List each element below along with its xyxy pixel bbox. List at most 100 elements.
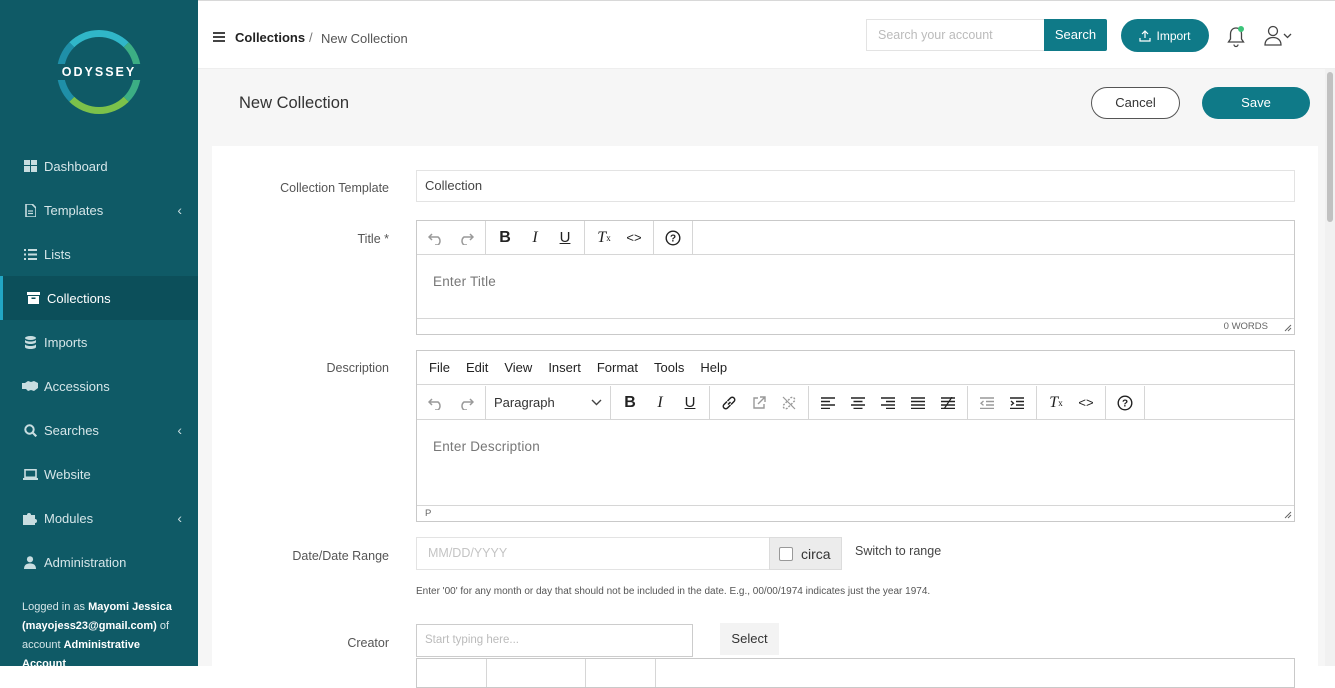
- undo-icon[interactable]: [421, 389, 451, 417]
- sidebar-item-imports[interactable]: Imports: [0, 320, 198, 364]
- undo-icon[interactable]: [421, 224, 451, 252]
- user-name: Mayomi Jessica: [88, 601, 172, 613]
- italic-icon[interactable]: I: [645, 389, 675, 417]
- align-justify-icon[interactable]: [903, 389, 933, 417]
- sidebar-item-label: Lists: [44, 246, 71, 262]
- circa-checkbox[interactable]: [779, 546, 793, 561]
- align-left-icon[interactable]: [813, 389, 843, 417]
- handshake-icon: [22, 380, 38, 392]
- editor-menubar: File Edit View Insert Format Tools Help: [417, 351, 1294, 385]
- description-editor[interactable]: File Edit View Insert Format Tools Help …: [416, 350, 1295, 522]
- description-statusbar: P: [417, 505, 1294, 521]
- redo-icon[interactable]: [451, 389, 481, 417]
- logged-prefix: Logged in as: [22, 601, 85, 613]
- align-right-icon[interactable]: [873, 389, 903, 417]
- menu-file[interactable]: File: [429, 360, 450, 375]
- sidebar-item-dashboard[interactable]: Dashboard: [0, 144, 198, 188]
- sidebar-item-administration[interactable]: Administration: [0, 540, 198, 584]
- creator-label: Creator: [347, 636, 389, 650]
- sidebar-item-label: Accessions: [44, 378, 110, 394]
- italic-icon[interactable]: I: [520, 224, 550, 252]
- title-editor[interactable]: B I U Tx <> ? Enter Title 0 WORDS: [416, 220, 1295, 335]
- date-input[interactable]: MM/DD/YYYY: [416, 537, 770, 570]
- sidebar-item-label: Collections: [47, 290, 111, 306]
- link-icon[interactable]: [714, 389, 744, 417]
- sidebar-item-lists[interactable]: Lists: [0, 232, 198, 276]
- upload-icon: [1139, 29, 1152, 42]
- file-icon: [22, 203, 38, 217]
- sidebar-item-collections[interactable]: Collections: [0, 276, 198, 320]
- align-center-icon[interactable]: [843, 389, 873, 417]
- align-none-icon[interactable]: [933, 389, 963, 417]
- switch-to-range-link[interactable]: Switch to range: [855, 544, 941, 558]
- form-card: Collection Template Collection Title * B…: [212, 146, 1318, 688]
- search-button[interactable]: Search: [1044, 19, 1107, 51]
- breadcrumb-separator: /: [309, 30, 313, 45]
- resize-handle-icon[interactable]: [1283, 510, 1292, 519]
- cancel-button[interactable]: Cancel: [1091, 87, 1180, 119]
- laptop-icon: [22, 468, 38, 480]
- clear-format-icon[interactable]: Tx: [1041, 389, 1071, 417]
- main-content: Collection Template Collection Title * B…: [198, 145, 1335, 688]
- odyssey-logo[interactable]: ODYSSEY: [51, 30, 147, 114]
- redo-icon[interactable]: [451, 224, 481, 252]
- code-icon[interactable]: <>: [1071, 389, 1101, 417]
- user-icon: [1264, 25, 1292, 46]
- date-help-text: Enter '00' for any month or day that sho…: [416, 586, 931, 597]
- indent-icon[interactable]: [1002, 389, 1032, 417]
- help-icon[interactable]: ?: [658, 224, 688, 252]
- sidebar-item-website[interactable]: Website: [0, 452, 198, 496]
- notification-bell-icon[interactable]: [1226, 26, 1246, 48]
- sidebar-nav: Dashboard Templates ‹ Lists Collections …: [0, 144, 198, 584]
- resize-handle-icon[interactable]: [1283, 323, 1292, 332]
- unlink-icon[interactable]: [774, 389, 804, 417]
- sidebar-item-label: Modules: [44, 510, 94, 526]
- sidebar-item-templates[interactable]: Templates ‹: [0, 188, 198, 232]
- select-button[interactable]: Select: [720, 623, 779, 655]
- page-scrollbar-thumb[interactable]: [1327, 72, 1333, 222]
- element-path[interactable]: P: [425, 508, 431, 519]
- open-link-icon[interactable]: [744, 389, 774, 417]
- sidebar-item-modules[interactable]: Modules ‹: [0, 496, 198, 540]
- list-icon: [22, 248, 38, 260]
- menu-insert[interactable]: Insert: [548, 360, 581, 375]
- menu-help[interactable]: Help: [700, 360, 727, 375]
- search-input[interactable]: Search your account: [866, 19, 1044, 51]
- chevron-left-icon: ‹: [177, 202, 182, 218]
- chevron-left-icon: ‹: [177, 510, 182, 526]
- menu-view[interactable]: View: [504, 360, 532, 375]
- chevron-left-icon: ‹: [177, 422, 182, 438]
- title-toolbar: B I U Tx <> ?: [417, 221, 1294, 255]
- menu-edit[interactable]: Edit: [466, 360, 488, 375]
- search-icon: [22, 423, 38, 437]
- circa-label: circa: [801, 545, 831, 562]
- sidebar-item-accessions[interactable]: Accessions: [0, 364, 198, 408]
- block-format-select[interactable]: Paragraph: [486, 386, 611, 419]
- bold-icon[interactable]: B: [615, 389, 645, 417]
- underline-icon[interactable]: U: [550, 224, 580, 252]
- template-select[interactable]: Collection: [416, 170, 1295, 202]
- description-placeholder: Enter Description: [433, 439, 540, 454]
- description-toolbar: Paragraph B I U T x <> ?: [417, 386, 1294, 420]
- clear-format-icon[interactable]: Tx: [589, 224, 619, 252]
- bold-icon[interactable]: B: [490, 224, 520, 252]
- help-icon[interactable]: ?: [1110, 389, 1140, 417]
- menu-tools[interactable]: Tools: [654, 360, 684, 375]
- page-header: New Collection Cancel Save: [198, 69, 1335, 145]
- sidebar-item-label: Templates: [44, 202, 104, 218]
- sidebar-item-label: Imports: [44, 334, 88, 350]
- menu-toggle-icon[interactable]: [213, 32, 225, 44]
- top-bar: Collections / New Collection Search your…: [198, 0, 1335, 69]
- title-placeholder: Enter Title: [433, 274, 496, 289]
- breadcrumb-root[interactable]: Collections: [235, 30, 305, 45]
- user-menu[interactable]: [1264, 25, 1296, 47]
- import-button[interactable]: Import: [1121, 19, 1209, 52]
- outdent-icon[interactable]: [972, 389, 1002, 417]
- code-icon[interactable]: <>: [619, 224, 649, 252]
- creator-input[interactable]: Start typing here...: [416, 624, 693, 657]
- circa-addon[interactable]: circa: [769, 537, 842, 570]
- underline-icon[interactable]: U: [675, 389, 705, 417]
- sidebar-item-searches[interactable]: Searches ‹: [0, 408, 198, 452]
- save-button[interactable]: Save: [1202, 87, 1310, 119]
- menu-format[interactable]: Format: [597, 360, 638, 375]
